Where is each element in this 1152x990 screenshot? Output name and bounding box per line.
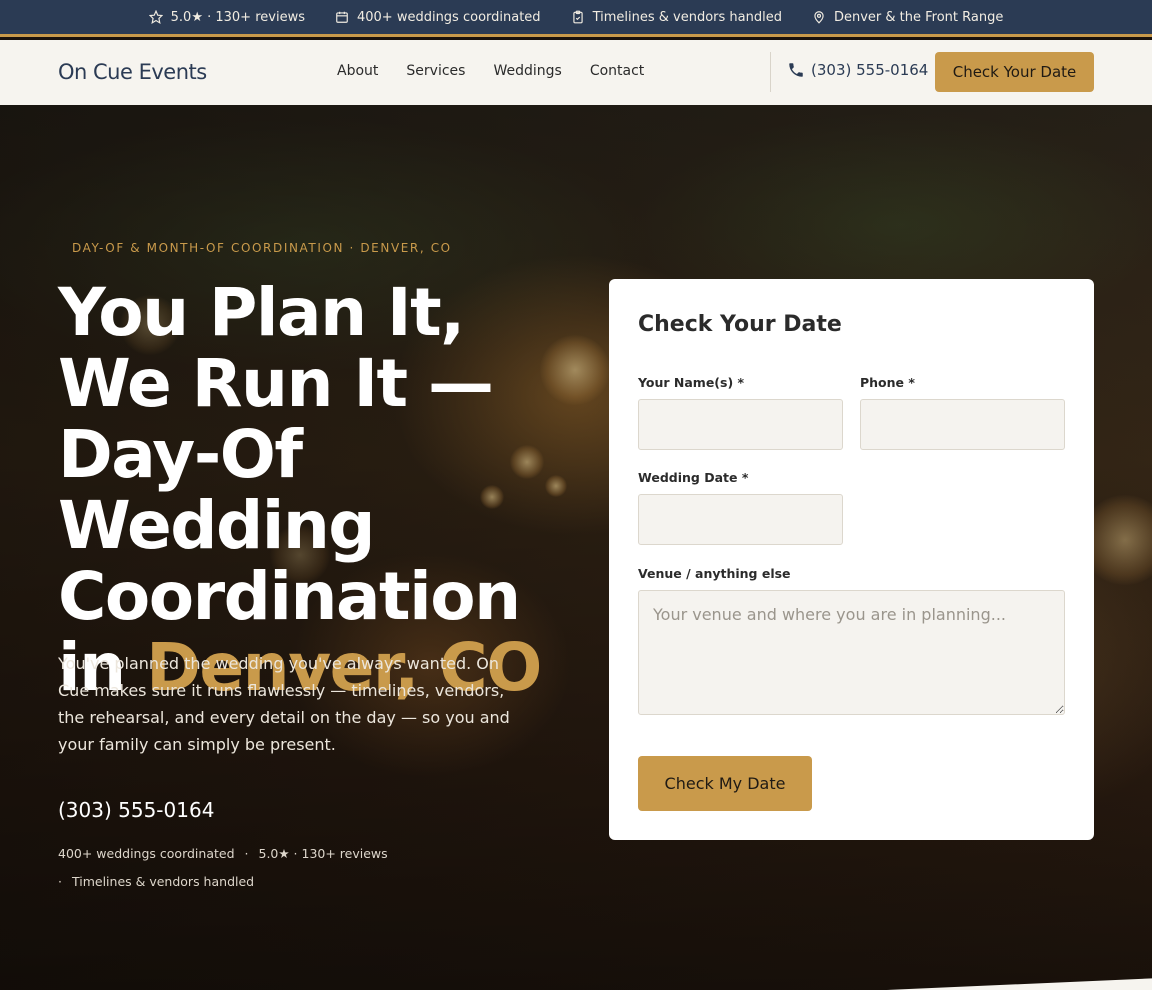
clipboard-check-icon — [572, 10, 583, 24]
calendar-icon — [336, 11, 348, 23]
nav-link-contact[interactable]: Contact — [590, 63, 644, 79]
hero-section: DAY-OF & MONTH-OF COORDINATION · DENVER,… — [0, 105, 1152, 990]
wedding-date-input[interactable] — [638, 494, 843, 545]
topbar-item-location: Denver & the Front Range — [812, 10, 1003, 25]
check-date-form-card: Check Your Date Your Name(s) * Phone * W… — [609, 279, 1094, 840]
name-label: Your Name(s) * — [638, 375, 745, 390]
topbar-item-label: 5.0★ · 130+ reviews — [170, 9, 305, 25]
hero-description: You've planned the wedding you've always… — [58, 654, 510, 754]
stat-separator: · — [58, 874, 62, 889]
star-icon — [148, 10, 163, 24]
venue-label: Venue / anything else — [638, 566, 791, 581]
topbar-item-label: Timelines & vendors handled — [592, 9, 782, 25]
check-your-date-button[interactable]: Check Your Date — [935, 52, 1094, 92]
hero-stats: 400+ weddings coordinated · 5.0★ · 130+ re… — [58, 840, 418, 896]
venue-textarea[interactable] — [638, 590, 1065, 715]
topbar-item-timelines: Timelines & vendors handled — [571, 10, 782, 25]
topbar-item-reviews: 5.0★ · 130+ reviews — [148, 9, 305, 25]
topbar-item-label: 400+ weddings coordinated — [356, 9, 541, 25]
nav-divider — [770, 52, 771, 92]
map-pin-icon — [814, 11, 824, 24]
main-navbar: On Cue Events About Services Weddings Co… — [0, 40, 1152, 105]
hero-phone-link[interactable]: (303) 555-0164 — [58, 798, 214, 822]
site-logo[interactable]: On Cue Events — [58, 60, 207, 84]
topbar-item-label: Denver & the Front Range — [833, 9, 1004, 25]
name-input[interactable] — [638, 399, 843, 450]
phone-input[interactable] — [860, 399, 1065, 450]
nav-links: About Services Weddings Contact — [337, 63, 644, 79]
nav-phone-number: (303) 555-0164 — [811, 61, 929, 79]
stat-timelines: Timelines & vendors handled — [71, 874, 255, 889]
nav-link-weddings[interactable]: Weddings — [493, 63, 561, 79]
stat-weddings: 400+ weddings coordinated — [58, 846, 235, 861]
form-title: Check Your Date — [638, 312, 842, 337]
phone-icon — [789, 63, 803, 77]
topbar-item-weddings: 400+ weddings coordinated — [335, 10, 541, 25]
nav-phone-link[interactable]: (303) 555-0164 — [787, 61, 928, 79]
phone-label: Phone * — [860, 375, 915, 390]
hero-eyebrow: DAY-OF & MONTH-OF COORDINATION · DENVER,… — [72, 241, 452, 255]
stat-reviews: 5.0★ · 130+ reviews — [258, 846, 388, 861]
wedding-date-label: Wedding Date * — [638, 470, 749, 485]
stat-separator: · — [244, 846, 249, 861]
announcement-bar: 5.0★ · 130+ reviews 400+ weddings coordi… — [0, 0, 1152, 37]
hero-headline: You Plan It, We Run It — Day-Of Wedding … — [58, 277, 578, 703]
nav-link-about[interactable]: About — [337, 63, 378, 79]
check-my-date-button[interactable]: Check My Date — [638, 756, 812, 811]
nav-link-services[interactable]: Services — [406, 63, 465, 79]
